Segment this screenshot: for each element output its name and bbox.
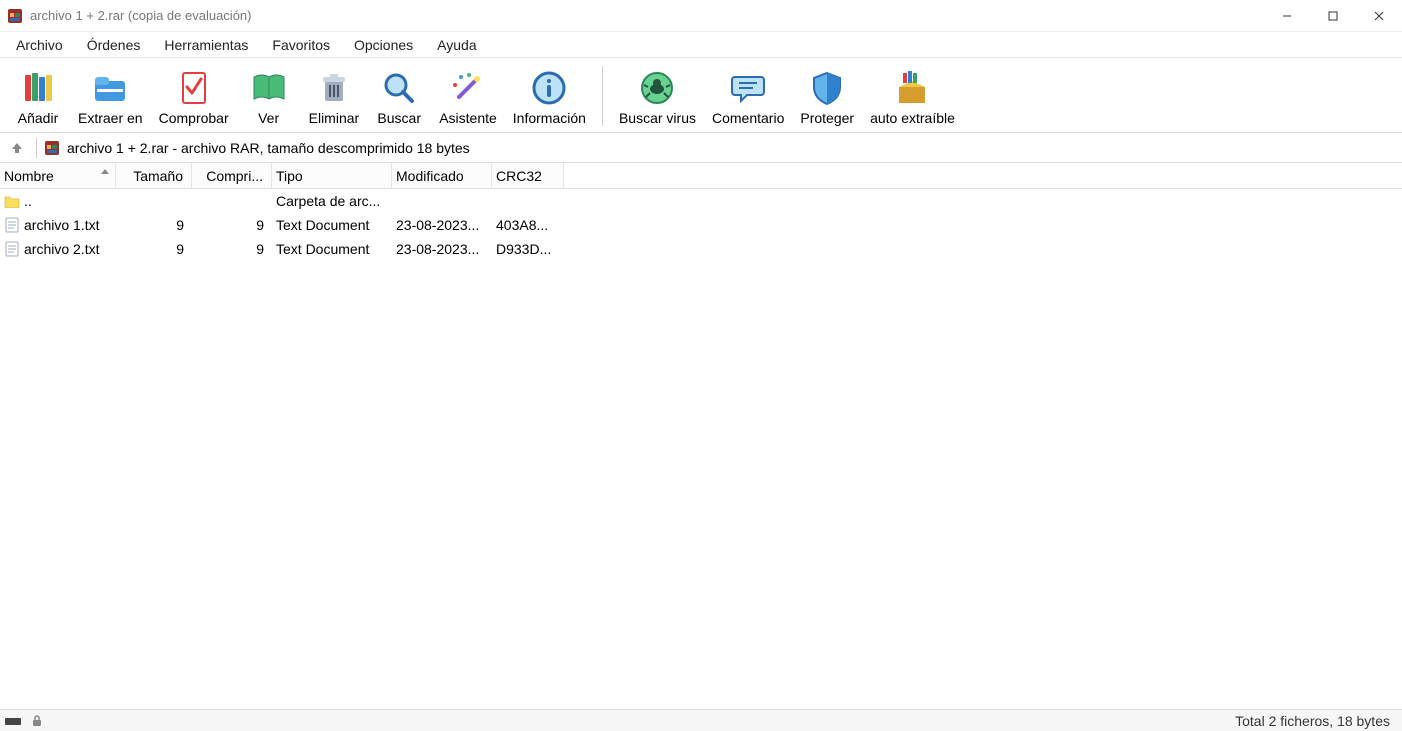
- sfx-box-icon: [888, 66, 936, 110]
- toolbar-info-label: Información: [513, 110, 586, 126]
- menu-bar: Archivo Órdenes Herramientas Favoritos O…: [0, 32, 1402, 58]
- toolbar-add-label: Añadir: [18, 110, 58, 126]
- info-icon: [525, 66, 573, 110]
- column-name[interactable]: Nombre: [0, 163, 116, 188]
- text-file-icon: [4, 241, 20, 257]
- title-bar: archivo 1 + 2.rar (copia de evaluación): [0, 0, 1402, 32]
- column-comp-label: Compri...: [206, 168, 263, 184]
- view-book-icon: [245, 66, 293, 110]
- toolbar-sfx-button[interactable]: auto extraíble: [864, 64, 961, 126]
- file-row-parent[interactable]: .. Carpeta de arc...: [0, 189, 1402, 213]
- column-crc[interactable]: CRC32: [492, 163, 564, 188]
- minimize-button[interactable]: [1264, 0, 1310, 31]
- window-title: archivo 1 + 2.rar (copia de evaluación): [30, 8, 1264, 23]
- file-row[interactable]: archivo 2.txt 9 9 Text Document 23-08-20…: [0, 237, 1402, 261]
- up-button[interactable]: [4, 136, 30, 160]
- window-controls: [1264, 0, 1402, 31]
- file-name: ..: [24, 193, 32, 209]
- sort-asc-icon: [101, 169, 109, 174]
- file-row[interactable]: archivo 1.txt 9 9 Text Document 23-08-20…: [0, 213, 1402, 237]
- close-button[interactable]: [1356, 0, 1402, 31]
- archive-file-icon: [43, 139, 61, 157]
- text-file-icon: [4, 217, 20, 233]
- menu-ayuda[interactable]: Ayuda: [425, 33, 488, 57]
- column-headers: Nombre Tamaño Compri... Tipo Modificado …: [0, 163, 1402, 189]
- toolbar-test-label: Comprobar: [159, 110, 229, 126]
- toolbar-comment-button[interactable]: Comentario: [706, 64, 790, 126]
- search-icon: [375, 66, 423, 110]
- toolbar-test-button[interactable]: Comprobar: [153, 64, 235, 126]
- toolbar-wizard-label: Asistente: [439, 110, 497, 126]
- file-list: Nombre Tamaño Compri... Tipo Modificado …: [0, 163, 1402, 709]
- menu-herramientas[interactable]: Herramientas: [152, 33, 260, 57]
- toolbar-extract-label: Extraer en: [78, 110, 143, 126]
- menu-archivo[interactable]: Archivo: [4, 33, 75, 57]
- toolbar-add-button[interactable]: Añadir: [8, 64, 68, 126]
- status-lock-icon: [28, 714, 46, 728]
- file-type: Text Document: [276, 217, 369, 233]
- file-name: archivo 2.txt: [24, 241, 99, 257]
- column-crc-label: CRC32: [496, 168, 542, 184]
- file-crc: 403A8...: [496, 217, 548, 233]
- toolbar-protect-label: Proteger: [800, 110, 854, 126]
- column-type[interactable]: Tipo: [272, 163, 392, 188]
- toolbar-comment-label: Comentario: [712, 110, 784, 126]
- toolbar-delete-button[interactable]: Eliminar: [303, 64, 366, 126]
- file-mod: 23-08-2023...: [396, 241, 479, 257]
- file-comp: 9: [256, 217, 264, 233]
- file-type: Carpeta de arc...: [276, 193, 380, 209]
- menu-favoritos[interactable]: Favoritos: [260, 33, 342, 57]
- file-size: 9: [176, 241, 184, 257]
- toolbar-view-label: Ver: [258, 110, 279, 126]
- shield-icon: [803, 66, 851, 110]
- test-check-icon: [170, 66, 218, 110]
- winrar-app-icon: [6, 7, 24, 25]
- file-type: Text Document: [276, 241, 369, 257]
- menu-opciones[interactable]: Opciones: [342, 33, 425, 57]
- column-mod-label: Modificado: [396, 168, 464, 184]
- folder-extract-icon: [86, 66, 134, 110]
- file-mod: 23-08-2023...: [396, 217, 479, 233]
- status-drive-icon: [4, 714, 22, 728]
- toolbar-find-button[interactable]: Buscar: [369, 64, 429, 126]
- toolbar-virusscan-button[interactable]: Buscar virus: [613, 64, 702, 126]
- menu-ordenes[interactable]: Órdenes: [75, 33, 153, 57]
- column-size[interactable]: Tamaño: [116, 163, 192, 188]
- toolbar-info-button[interactable]: Información: [507, 64, 592, 126]
- toolbar-find-label: Buscar: [377, 110, 421, 126]
- toolbar-delete-label: Eliminar: [309, 110, 360, 126]
- toolbar-virusscan-label: Buscar virus: [619, 110, 696, 126]
- column-compressed[interactable]: Compri...: [192, 163, 272, 188]
- status-bar: Total 2 ficheros, 18 bytes: [0, 709, 1402, 731]
- books-stack-icon: [14, 66, 62, 110]
- toolbar-view-button[interactable]: Ver: [239, 64, 299, 126]
- path-bar: archivo 1 + 2.rar - archivo RAR, tamaño …: [0, 133, 1402, 163]
- file-crc: D933D...: [496, 241, 551, 257]
- status-summary: Total 2 ficheros, 18 bytes: [1235, 713, 1402, 729]
- column-modified[interactable]: Modificado: [392, 163, 492, 188]
- column-type-label: Tipo: [276, 168, 303, 184]
- toolbar-extract-button[interactable]: Extraer en: [72, 64, 149, 126]
- toolbar-separator: [602, 66, 603, 126]
- column-size-label: Tamaño: [133, 168, 183, 184]
- maximize-button[interactable]: [1310, 0, 1356, 31]
- comment-icon: [724, 66, 772, 110]
- toolbar-sfx-label: auto extraíble: [870, 110, 955, 126]
- file-name: archivo 1.txt: [24, 217, 99, 233]
- column-name-label: Nombre: [4, 168, 54, 184]
- folder-icon: [4, 193, 20, 209]
- toolbar: Añadir Extraer en Comprobar Ver: [0, 58, 1402, 133]
- file-size: 9: [176, 217, 184, 233]
- trash-icon: [310, 66, 358, 110]
- virus-scan-icon: [633, 66, 681, 110]
- path-text[interactable]: archivo 1 + 2.rar - archivo RAR, tamaño …: [67, 140, 1398, 156]
- toolbar-wizard-button[interactable]: Asistente: [433, 64, 503, 126]
- file-comp: 9: [256, 241, 264, 257]
- wizard-wand-icon: [444, 66, 492, 110]
- toolbar-protect-button[interactable]: Proteger: [794, 64, 860, 126]
- pathbar-separator: [36, 138, 37, 158]
